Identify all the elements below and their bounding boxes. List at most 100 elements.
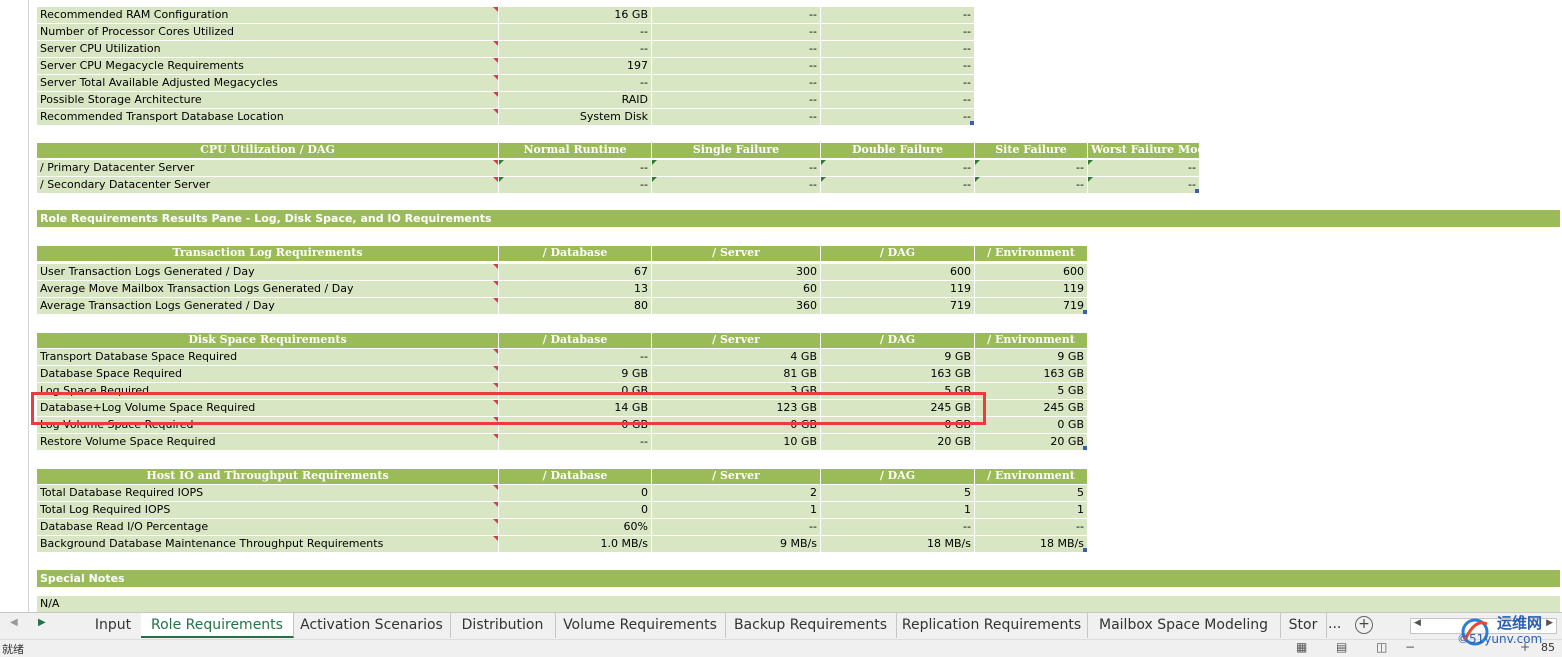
row-value[interactable]: 1.0 MB/s <box>499 536 652 552</box>
row-value[interactable]: 9 MB/s <box>652 536 821 552</box>
row-label[interactable]: Server CPU Utilization <box>37 41 499 57</box>
tab-activation-scenarios[interactable]: Activation Scenarios <box>293 613 451 638</box>
row-value[interactable]: -- <box>975 160 1088 176</box>
row-value[interactable]: -- <box>499 160 652 176</box>
row-value[interactable]: 300 <box>652 264 821 280</box>
row-value[interactable]: -- <box>499 434 652 450</box>
row-value[interactable]: 360 <box>652 298 821 314</box>
row-value[interactable]: 60% <box>499 519 652 535</box>
row-value[interactable]: -- <box>821 75 975 91</box>
row-value[interactable]: 80 <box>499 298 652 314</box>
row-value[interactable]: 1 <box>821 502 975 518</box>
row-value[interactable]: -- <box>652 75 821 91</box>
row-value[interactable]: 5 GB <box>975 383 1088 399</box>
scroll-left-icon[interactable]: ◀ <box>1414 618 1421 628</box>
row-label[interactable]: Database Read I/O Percentage <box>37 519 499 535</box>
row-value[interactable]: 5 <box>975 485 1088 501</box>
row-label[interactable]: Average Move Mailbox Transaction Logs Ge… <box>37 281 499 297</box>
row-label[interactable]: Database Space Required <box>37 366 499 382</box>
normal-view-icon[interactable]: ▦ <box>1296 640 1307 654</box>
tab-scroll-left-icon[interactable]: ◀ <box>10 617 18 628</box>
row-value[interactable]: 163 GB <box>821 366 975 382</box>
tab-distribution[interactable]: Distribution <box>450 613 556 638</box>
row-value[interactable]: System Disk <box>499 109 652 125</box>
row-value[interactable]: 13 <box>499 281 652 297</box>
row-value[interactable]: 1 <box>975 502 1088 518</box>
row-value[interactable]: 9 GB <box>499 366 652 382</box>
row-value[interactable]: 0 <box>499 485 652 501</box>
row-label[interactable]: Number of Processor Cores Utilized <box>37 24 499 40</box>
row-value[interactable]: -- <box>821 519 975 535</box>
row-value[interactable]: 163 GB <box>975 366 1088 382</box>
row-value[interactable]: 9 GB <box>975 349 1088 365</box>
row-value[interactable]: 20 GB <box>975 434 1088 450</box>
row-value[interactable]: -- <box>821 177 975 193</box>
spreadsheet-grid[interactable]: Recommended RAM Configuration 16 GB -- -- Nu… <box>0 0 1562 612</box>
row-value[interactable]: -- <box>652 41 821 57</box>
row-value[interactable]: -- <box>821 109 975 125</box>
row-value[interactable]: 60 <box>652 281 821 297</box>
row-value[interactable]: -- <box>821 92 975 108</box>
row-value[interactable]: 719 <box>821 298 975 314</box>
row-label[interactable]: Server Total Available Adjusted Megacycl… <box>37 75 499 91</box>
row-value[interactable]: -- <box>499 41 652 57</box>
tab-replication-requirements[interactable]: Replication Requirements <box>896 613 1088 638</box>
row-value[interactable]: -- <box>821 160 975 176</box>
row-value[interactable]: -- <box>1088 160 1200 176</box>
row-value[interactable]: 18 MB/s <box>821 536 975 552</box>
page-break-icon[interactable]: ◫ <box>1376 640 1387 654</box>
row-value[interactable]: 600 <box>821 264 975 280</box>
row-value[interactable]: 16 GB <box>499 7 652 23</box>
row-label[interactable]: Total Database Required IOPS <box>37 485 499 501</box>
row-value[interactable]: -- <box>975 177 1088 193</box>
row-label[interactable]: Recommended RAM Configuration <box>37 7 499 23</box>
tab-scroll-right-icon[interactable]: ▶ <box>38 617 46 628</box>
notes-cell[interactable]: N/A <box>37 596 1560 612</box>
row-value[interactable]: 197 <box>499 58 652 74</box>
row-value[interactable]: 245 GB <box>975 400 1088 416</box>
row-label[interactable]: / Primary Datacenter Server <box>37 160 499 176</box>
page-layout-icon[interactable]: ▤ <box>1336 640 1347 654</box>
tab-backup-requirements[interactable]: Backup Requirements <box>725 613 897 638</box>
row-label[interactable]: User Transaction Logs Generated / Day <box>37 264 499 280</box>
row-value[interactable]: -- <box>499 349 652 365</box>
row-value[interactable]: -- <box>652 7 821 23</box>
row-value[interactable]: -- <box>652 92 821 108</box>
row-value[interactable]: -- <box>499 24 652 40</box>
row-label[interactable]: Average Transaction Logs Generated / Day <box>37 298 499 314</box>
row-value[interactable]: -- <box>821 41 975 57</box>
row-label[interactable]: Restore Volume Space Required <box>37 434 499 450</box>
row-value[interactable]: 4 GB <box>652 349 821 365</box>
row-value[interactable]: 81 GB <box>652 366 821 382</box>
row-value[interactable]: -- <box>652 177 821 193</box>
row-value[interactable]: RAID <box>499 92 652 108</box>
row-value[interactable]: -- <box>1088 177 1200 193</box>
more-tabs-button[interactable]: ... <box>1328 616 1341 632</box>
row-value[interactable]: 1 <box>652 502 821 518</box>
row-value[interactable]: -- <box>652 58 821 74</box>
row-value[interactable]: 67 <box>499 264 652 280</box>
row-value[interactable]: 20 GB <box>821 434 975 450</box>
tab-input[interactable]: Input <box>85 613 142 638</box>
row-value[interactable]: -- <box>652 160 821 176</box>
row-value[interactable]: 0 <box>499 502 652 518</box>
row-value[interactable]: 119 <box>975 281 1088 297</box>
row-value[interactable]: 10 GB <box>652 434 821 450</box>
row-value[interactable]: -- <box>821 58 975 74</box>
row-value[interactable]: 0 GB <box>975 417 1088 433</box>
row-label[interactable]: / Secondary Datacenter Server <box>37 177 499 193</box>
row-label[interactable]: Recommended Transport Database Location <box>37 109 499 125</box>
row-label[interactable]: Possible Storage Architecture <box>37 92 499 108</box>
row-value[interactable]: 18 MB/s <box>975 536 1088 552</box>
row-value[interactable]: -- <box>821 7 975 23</box>
tab-stor[interactable]: Stor <box>1280 613 1327 638</box>
row-value[interactable]: -- <box>652 519 821 535</box>
row-value[interactable]: 719 <box>975 298 1088 314</box>
row-value[interactable]: 2 <box>652 485 821 501</box>
row-value[interactable]: -- <box>975 519 1088 535</box>
row-value[interactable]: 9 GB <box>821 349 975 365</box>
row-value[interactable]: -- <box>821 24 975 40</box>
tab-mailbox-space-modeling[interactable]: Mailbox Space Modeling <box>1087 613 1281 638</box>
row-label[interactable]: Transport Database Space Required <box>37 349 499 365</box>
tab-volume-requirements[interactable]: Volume Requirements <box>555 613 726 638</box>
